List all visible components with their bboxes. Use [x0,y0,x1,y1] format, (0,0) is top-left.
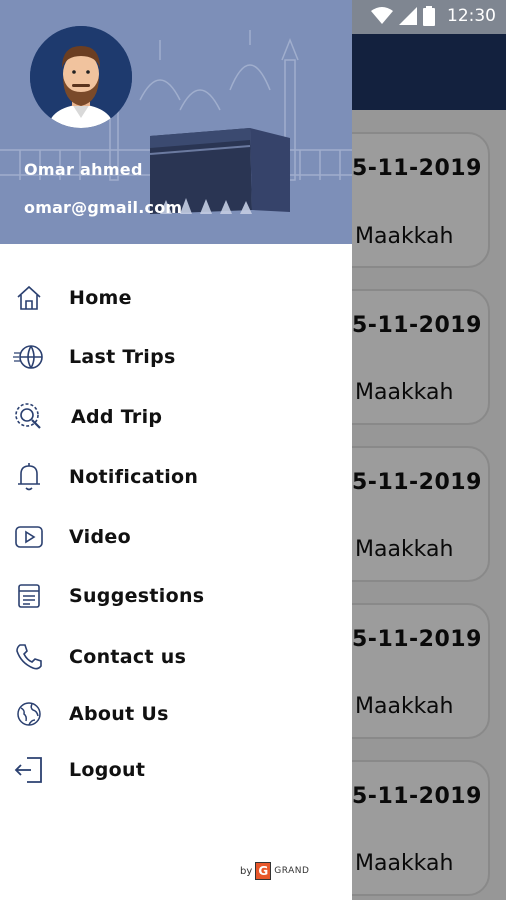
user-name: Omar ahmed [24,160,143,179]
menu-item-home[interactable]: Home [0,273,352,323]
menu-label: Notification [69,466,199,488]
menu-label: About Us [69,703,169,725]
trip-place: Maakkah [355,851,454,876]
menu-label: Home [69,287,132,309]
drawer-header: Omar ahmed omar@gmail.com [0,0,352,244]
play-icon [12,520,46,554]
menu-item-contact-us[interactable]: Contact us [0,632,352,682]
grand-logo-icon: G [255,862,272,880]
menu-label: Add Trip [71,406,163,428]
menu-item-logout[interactable]: Logout [0,745,352,795]
trip-place: Maakkah [355,694,454,719]
menu-label: Suggestions [69,585,205,607]
home-icon [12,281,46,315]
globe-speed-icon [12,340,46,374]
menu-item-last-trips[interactable]: Last Trips [0,332,352,382]
menu-label: Last Trips [69,346,176,368]
note-icon [12,579,46,613]
menu-label: Video [69,526,131,548]
logout-icon [12,753,46,787]
bell-icon [12,460,46,494]
brand-footer: by G GRAND [240,862,309,880]
brand-by: by [240,865,253,877]
user-avatar-illustration [30,26,132,128]
status-time: 12:30 [447,6,496,26]
trip-date: 5-11-2019 [352,627,482,652]
menu-item-suggestions[interactable]: Suggestions [0,571,352,621]
menu-item-add-trip[interactable]: Add Trip [0,392,352,442]
user-email: omar@gmail.com [24,198,183,217]
trip-date: 5-11-2019 [352,313,482,338]
brand-word: GRAND [274,866,310,876]
wifi-icon [371,7,393,24]
trip-place: Maakkah [355,380,454,405]
menu-item-video[interactable]: Video [0,512,352,562]
signal-icon [399,7,417,25]
globe-icon [12,697,46,731]
menu-item-about-us[interactable]: About Us [0,689,352,739]
navigation-drawer: Omar ahmed omar@gmail.com Home Last Trip… [0,0,352,900]
trip-date: 5-11-2019 [352,156,482,181]
trip-date: 5-11-2019 [352,784,482,809]
trip-date: 5-11-2019 [352,470,482,495]
globe-search-icon [12,400,46,434]
trip-place: Maakkah [355,537,454,562]
phone-icon [12,640,46,674]
avatar[interactable] [30,26,132,128]
menu-label: Logout [69,759,146,781]
menu-label: Contact us [69,646,187,668]
menu-item-notification[interactable]: Notification [0,452,352,502]
battery-icon [423,6,435,26]
trip-place: Maakkah [355,224,454,249]
